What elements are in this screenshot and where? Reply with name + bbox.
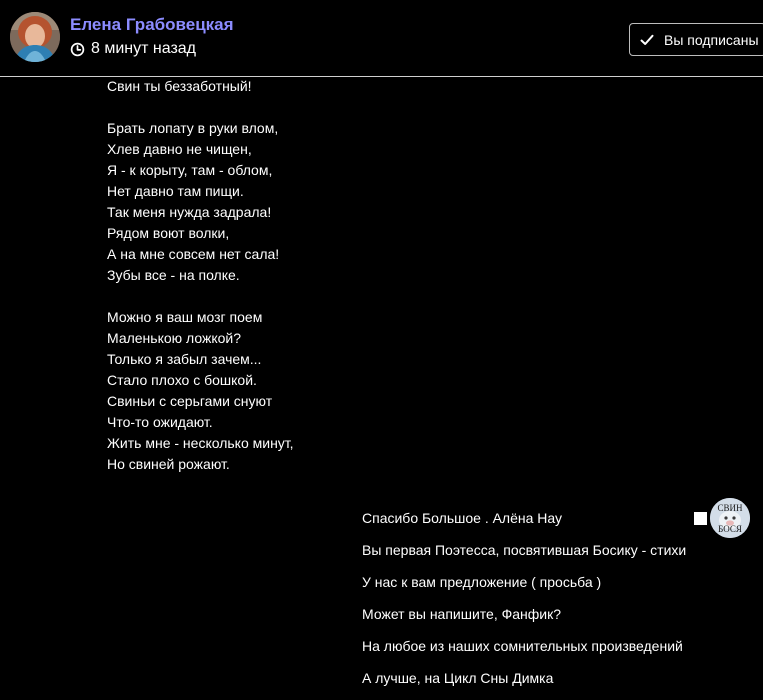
poem-line: Маленькою ложкой? — [107, 330, 242, 346]
poem-line — [107, 97, 527, 118]
checkmark-icon — [640, 34, 654, 45]
reply-avatar-label-bottom: БОСЯ — [718, 524, 742, 534]
time-ago-text: 8 минут назад — [91, 40, 197, 57]
poem-line: Но свиней рожают. — [107, 456, 230, 472]
reply-line: А лучше, на Цикл Сны Димка — [362, 670, 554, 686]
reply-line: Спасибо Большое . Алёна Нау — [362, 510, 563, 526]
author-name[interactable]: Елена Грабовецкая — [70, 15, 234, 35]
reply-line: На любое из наших сомнительных произведе… — [362, 638, 683, 654]
reply-line: Может вы напишите, Фанфик? — [362, 606, 562, 622]
post-time: 8 минут назад — [70, 39, 196, 59]
clock-icon — [70, 42, 85, 56]
subscribed-button-label: Вы подписаны — [664, 31, 759, 48]
poem-line: Зубы все - на полке. — [107, 267, 240, 283]
reply-marker-square — [694, 512, 707, 525]
reply-line: Вы первая Поэтесса, посвятившая Босику -… — [362, 542, 687, 558]
poem-line — [107, 286, 527, 307]
poem-line: Только я забыл зачем... — [107, 351, 262, 367]
poem-line: Свиньи с серьгами снуют — [107, 393, 273, 409]
post-body-poem: Свин ты беззаботный! Брать лопату в руки… — [107, 76, 527, 475]
poem-line: Можно я ваш мозг поем — [107, 309, 263, 325]
poem-line: Хлев давно не чищен, — [107, 141, 252, 157]
author-avatar[interactable] — [10, 12, 60, 62]
post-header: Елена Грабовецкая 8 минут назад Вы подпи… — [0, 0, 763, 77]
poem-line: Нет давно там пищи. — [107, 183, 244, 199]
poem-line: Стало плохо с бошкой. — [107, 372, 257, 388]
reply-line: У нас к вам предложение ( просьба ) — [362, 574, 602, 590]
reply-author-avatar[interactable]: СВИН БОСЯ — [710, 498, 750, 538]
reply-comment: Спасибо Большое . Алёна Нау Вы первая По… — [362, 508, 692, 700]
poem-line: А на мне совсем нет сала! — [107, 246, 280, 262]
author-avatar-image — [10, 12, 60, 62]
poem-line: Жить мне - несколько минут, — [107, 435, 294, 451]
poem-line: Свин ты беззаботный! — [107, 78, 252, 94]
poem-line: Что-то ожидают. — [107, 414, 213, 430]
reply-avatar-label-top: СВИН — [717, 503, 743, 513]
poem-line: Брать лопату в руки влом, — [107, 120, 279, 136]
subscribed-button[interactable]: Вы подписаны — [629, 23, 763, 56]
poem-line: Так меня нужда задрала! — [107, 204, 272, 220]
poem-line: Рядом воют волки, — [107, 225, 230, 241]
poem-line: Я - к корыту, там - облом, — [107, 162, 273, 178]
